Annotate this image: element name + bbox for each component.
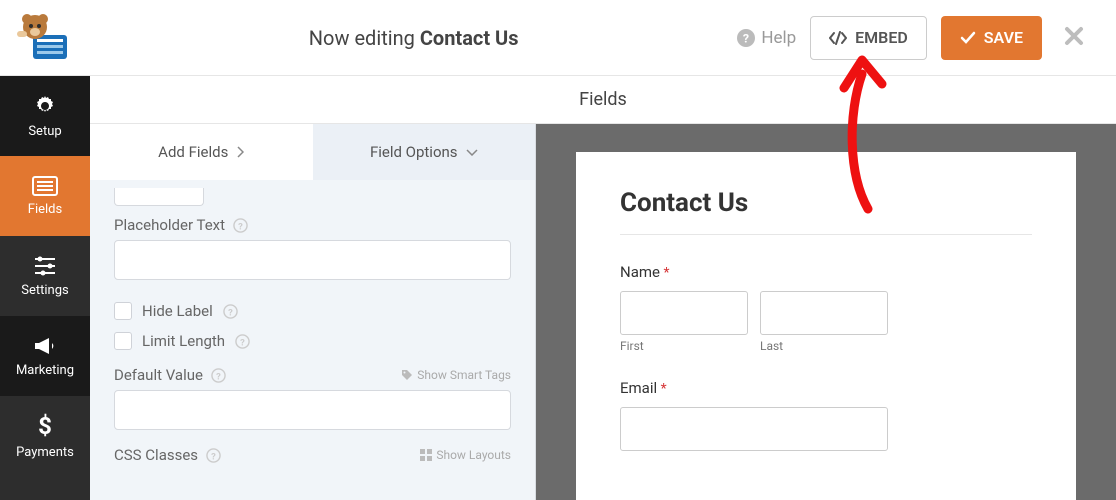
css-classes-label: CSS Classes	[114, 446, 198, 464]
embed-button[interactable]: EMBED	[810, 16, 927, 60]
sidebar-label: Fields	[28, 202, 62, 217]
last-sublabel: Last	[760, 339, 888, 353]
limit-length-row: Limit Length ?	[114, 326, 511, 356]
sidebar-label: Marketing	[16, 363, 74, 378]
gear-icon	[33, 94, 57, 118]
sidebar-item-fields[interactable]: Fields	[0, 156, 90, 236]
divider	[620, 234, 1032, 235]
svg-text:?: ?	[238, 221, 243, 232]
save-label: SAVE	[984, 28, 1023, 47]
placeholder-text-label: Placeholder Text	[114, 216, 225, 234]
help-icon[interactable]: ?	[211, 368, 226, 383]
partial-input-fragment	[114, 188, 204, 206]
last-name-input[interactable]	[760, 291, 888, 335]
smart-tags-label: Show Smart Tags	[417, 368, 511, 382]
required-mark: *	[660, 265, 670, 281]
tab-label: Field Options	[370, 143, 458, 161]
sidebar-label: Setup	[28, 124, 61, 139]
tag-icon	[401, 369, 413, 381]
help-link[interactable]: ? Help	[737, 28, 796, 48]
embed-label: EMBED	[855, 28, 908, 47]
form-preview[interactable]: Contact Us Name * First Last	[576, 152, 1076, 500]
svg-text:?: ?	[743, 32, 749, 46]
main-area: Fields Add Fields Field Options	[90, 76, 1116, 500]
sidebar-item-setup[interactable]: Setup	[0, 76, 90, 156]
check-icon	[960, 31, 976, 45]
sidebar-label: Settings	[21, 283, 68, 298]
hide-label-text: Hide Label	[142, 302, 213, 320]
panel-tabs: Add Fields Field Options	[90, 124, 535, 180]
close-button[interactable]	[1056, 23, 1092, 53]
first-name-input[interactable]	[620, 291, 748, 335]
app-logo	[0, 13, 90, 63]
bullhorn-icon	[32, 335, 58, 357]
svg-text:?: ?	[228, 307, 233, 318]
limit-length-checkbox[interactable]	[114, 332, 132, 350]
editing-prefix: Now editing	[309, 26, 420, 50]
hide-label-checkbox[interactable]	[114, 302, 132, 320]
list-icon	[32, 176, 58, 196]
sliders-icon	[33, 255, 57, 277]
builder-body: Setup Fields Settings Marketing $ Paymen…	[0, 76, 1116, 500]
preview-form-title: Contact Us	[620, 188, 1032, 234]
header-actions: ? Help EMBED SAVE	[737, 16, 1116, 60]
dollar-icon: $	[36, 413, 54, 439]
tab-add-fields[interactable]: Add Fields	[90, 124, 313, 180]
svg-text:?: ?	[216, 371, 221, 382]
sidebar-label: Payments	[16, 445, 74, 460]
email-input[interactable]	[620, 407, 888, 451]
help-icon[interactable]: ?	[235, 334, 250, 349]
required-mark: *	[657, 381, 667, 397]
name-label: Name	[620, 263, 660, 281]
field-options-panel: Add Fields Field Options Placeholder Tex…	[90, 124, 536, 500]
form-preview-wrap: Contact Us Name * First Last	[536, 124, 1116, 500]
show-layouts-link[interactable]: Show Layouts	[420, 448, 511, 462]
grid-icon	[420, 449, 432, 461]
editing-title: Now editing Contact Us	[90, 26, 737, 50]
tab-field-options[interactable]: Field Options	[313, 124, 536, 180]
preview-email-field[interactable]: Email *	[620, 379, 1032, 451]
placeholder-text-input[interactable]	[114, 240, 511, 280]
show-smart-tags-link[interactable]: Show Smart Tags	[401, 368, 511, 382]
form-name: Contact Us	[420, 26, 519, 50]
default-value-group: Default Value ? Show Smart Tags	[114, 366, 511, 430]
help-label: Help	[761, 28, 796, 48]
tab-label: Add Fields	[158, 143, 228, 161]
svg-text:$: $	[38, 413, 52, 439]
help-icon: ?	[737, 29, 755, 47]
options-body: Placeholder Text ? Hide Label ? Limit Le…	[90, 180, 535, 486]
svg-text:?: ?	[240, 337, 245, 348]
show-layouts-label: Show Layouts	[436, 448, 511, 462]
help-icon[interactable]: ?	[223, 304, 238, 319]
sidebar-item-marketing[interactable]: Marketing	[0, 316, 90, 396]
builder-header: Now editing Contact Us ? Help EMBED SAVE	[0, 0, 1116, 76]
help-icon[interactable]: ?	[233, 218, 248, 233]
limit-length-text: Limit Length	[142, 332, 225, 350]
sidebar: Setup Fields Settings Marketing $ Paymen…	[0, 76, 90, 500]
default-value-input[interactable]	[114, 390, 511, 430]
placeholder-text-group: Placeholder Text ?	[114, 216, 511, 280]
chevron-down-icon	[466, 148, 478, 156]
first-sublabel: First	[620, 339, 748, 353]
close-icon	[1064, 26, 1084, 46]
code-icon	[829, 31, 847, 45]
svg-text:?: ?	[211, 451, 216, 462]
chevron-right-icon	[236, 146, 244, 158]
save-button[interactable]: SAVE	[941, 16, 1042, 60]
hide-label-row: Hide Label ?	[114, 296, 511, 326]
sidebar-item-settings[interactable]: Settings	[0, 236, 90, 316]
sidebar-item-payments[interactable]: $ Payments	[0, 396, 90, 476]
help-icon[interactable]: ?	[206, 448, 221, 463]
panel-title: Fields	[90, 76, 1116, 124]
columns: Add Fields Field Options Placeholder Tex…	[90, 124, 1116, 500]
preview-name-field[interactable]: Name * First Last	[620, 263, 1032, 353]
email-label: Email	[620, 379, 657, 397]
css-classes-group: CSS Classes ? Show Layouts	[114, 446, 511, 470]
default-value-label: Default Value	[114, 366, 203, 384]
